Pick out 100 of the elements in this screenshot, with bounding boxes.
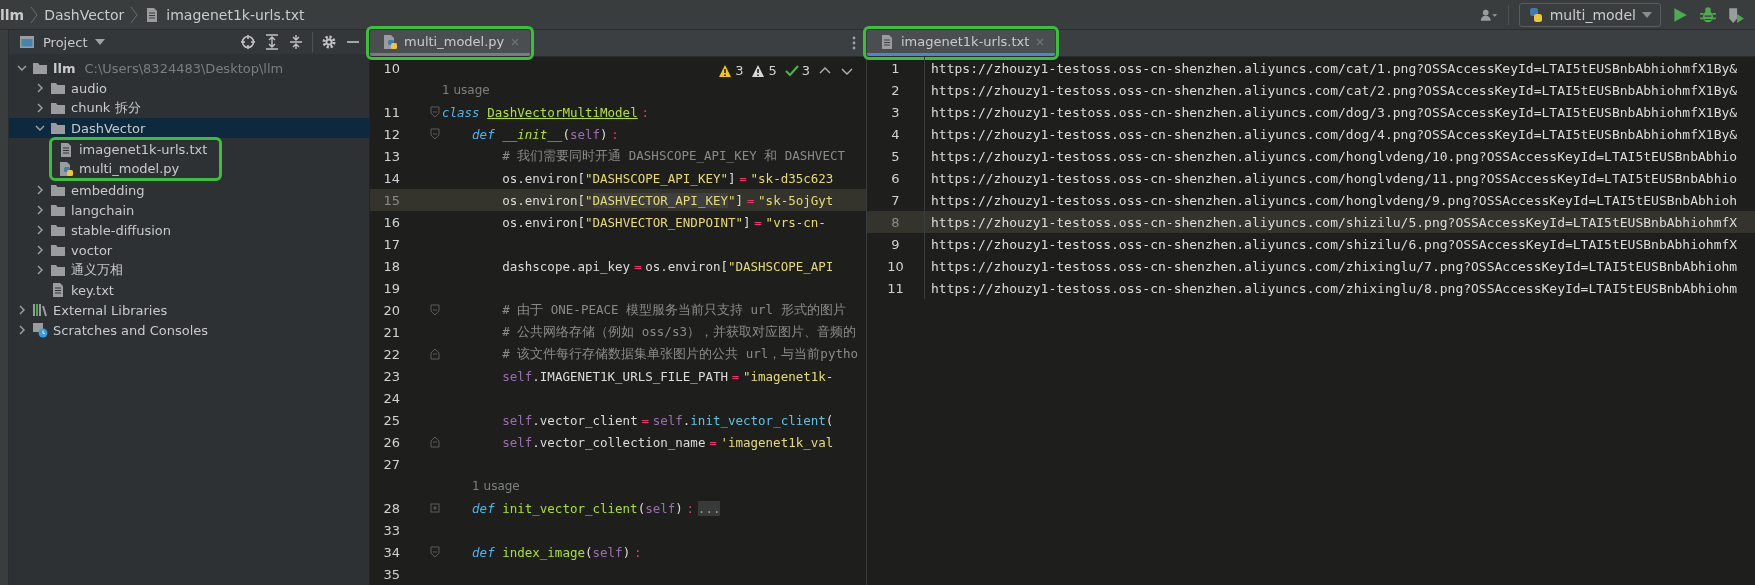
tree-item[interactable]: Scratches and Consoles xyxy=(9,320,369,340)
chevron-icon[interactable] xyxy=(35,245,45,255)
url-text: https://zhouzy1-testoss.oss-cn-shenzhen.aliyuncs.com/honglvdeng/11.png?OSSAccessKeyId=LTAI5tEUSBnbAbhio xyxy=(930,170,1738,186)
folder-icon xyxy=(50,100,66,116)
breadcrumb[interactable]: DashVector xyxy=(44,6,125,23)
tree-item[interactable]: chunk 拆分 xyxy=(9,98,369,118)
debug-icon[interactable] xyxy=(1699,5,1717,24)
chevron-icon[interactable] xyxy=(35,265,45,275)
code-token: .vector_client xyxy=(532,412,638,428)
breadcrumb[interactable]: imagenet1k-urls.txt xyxy=(166,6,305,23)
url-text: https://zhouzy1-testoss.oss-cn-shenzhen.aliyuncs.com/zhixinglu/8.png?OSSAccessKeyId=LTAI5tEUSBnbAbhiohm xyxy=(930,280,1738,296)
url-text: https://zhouzy1-testoss.oss-cn-shenzhen.aliyuncs.com/dog/4.png?OSSAccessKeyId=LTAI5tEUSBnbAbhiohmfX1By& xyxy=(930,126,1738,142)
line-number: 26 xyxy=(383,434,400,450)
line-number: 1 xyxy=(891,60,900,76)
code-token: self xyxy=(502,434,533,450)
fold-end-icon[interactable] xyxy=(430,436,440,448)
python-icon xyxy=(1527,6,1544,23)
tree-item[interactable]: voctor xyxy=(9,240,369,260)
inspection-counter[interactable]: 5 xyxy=(751,63,777,78)
tree-item[interactable]: External Libraries xyxy=(9,300,369,320)
line-number: 23 xyxy=(383,368,400,384)
code-token: self xyxy=(502,412,533,428)
scratches-icon xyxy=(32,322,48,338)
code-token: "sk-d35c623 xyxy=(750,170,834,186)
code-token: def xyxy=(472,544,495,560)
code-token: DashVectorMultiModel xyxy=(487,104,638,120)
caret-icon xyxy=(1642,11,1652,18)
line-number: 10 xyxy=(383,60,400,76)
chevron-icon[interactable] xyxy=(17,325,27,335)
code-token: os.environ[ xyxy=(502,192,585,208)
chevron-icon[interactable] xyxy=(35,185,45,195)
tree-item[interactable]: DashVector xyxy=(9,118,369,138)
line-number: 3 xyxy=(891,104,900,120)
line-number: 12 xyxy=(383,126,400,142)
code-token: self xyxy=(569,126,601,142)
crosshair-icon[interactable] xyxy=(240,34,256,50)
code-token: index_image xyxy=(502,544,585,560)
fold-icon[interactable] xyxy=(430,128,440,140)
run-icon[interactable] xyxy=(1671,5,1689,24)
inspection-counter[interactable]: 3 xyxy=(718,63,744,78)
chevron-icon[interactable] xyxy=(35,123,45,133)
tree-item[interactable]: langchain xyxy=(9,200,369,220)
code-token: "DASHSCOPE_API_KEY" xyxy=(585,170,728,186)
code-token: class xyxy=(442,104,480,120)
document-icon xyxy=(58,141,74,158)
tree-item[interactable]: embedding xyxy=(9,180,369,200)
fold-icon[interactable] xyxy=(430,304,440,316)
line-number: 33 xyxy=(383,522,400,538)
line-number: 8 xyxy=(891,214,900,230)
code-token: ) xyxy=(675,500,683,516)
code-token: : xyxy=(686,500,695,516)
panel-title[interactable]: Project xyxy=(43,34,88,50)
code-token: # 我们需要同时开通 DASHSCOPE_API_KEY 和 DASHVECT xyxy=(502,147,845,165)
tree-item[interactable]: multi_model.py xyxy=(58,159,208,178)
folder-icon xyxy=(32,60,48,76)
inspection-counter[interactable]: 3 xyxy=(784,63,810,78)
line-number: 28 xyxy=(383,500,400,516)
project-path: C:\Users\8324483\Desktop\llm xyxy=(84,60,284,76)
fold-icon[interactable] xyxy=(430,106,440,118)
chevron-icon[interactable] xyxy=(35,225,45,235)
code-token: dashscope.api_key xyxy=(502,258,631,274)
tree-item[interactable]: llm C:\Users\8324483\Desktop\llm xyxy=(9,58,369,78)
chevron-icon[interactable] xyxy=(35,205,45,215)
line-number: 19 xyxy=(383,280,400,296)
code-token: os.environ[ xyxy=(645,258,728,274)
line-number: 22 xyxy=(383,346,400,362)
chevron-icon[interactable] xyxy=(17,305,27,315)
tree-item[interactable]: stable-diffusion xyxy=(9,220,369,240)
chevron-icon[interactable] xyxy=(17,63,27,73)
tree-item[interactable]: imagenet1k-urls.txt xyxy=(58,140,208,159)
usage-hint[interactable]: 1 usage xyxy=(472,479,520,493)
chevron-icon[interactable] xyxy=(35,83,45,93)
code-token: __init__ xyxy=(502,126,563,142)
code-token: ... xyxy=(697,500,721,516)
chevron-icon[interactable] xyxy=(35,103,45,113)
tree-item[interactable]: key.txt xyxy=(9,280,369,300)
line-number: 15 xyxy=(383,192,400,208)
tree-item[interactable]: 通义万相 xyxy=(9,260,369,280)
expand-all-icon[interactable] xyxy=(264,34,280,50)
tree-item[interactable]: audio xyxy=(9,78,369,98)
usage-hint[interactable]: 1 usage xyxy=(442,83,490,97)
settings-icon[interactable] xyxy=(321,34,337,50)
line-number: 27 xyxy=(383,456,400,472)
url-text: https://zhouzy1-testoss.oss-cn-shenzhen.aliyuncs.com/cat/1.png?OSSAccessKeyId=LTAI5tEUSBnbAbhiohmfX1By& xyxy=(930,60,1738,76)
run-configuration-dropdown[interactable]: multi_model xyxy=(1518,2,1661,27)
fold-icon[interactable] xyxy=(430,546,440,558)
more-icon[interactable] xyxy=(852,36,856,50)
breadcrumb[interactable]: llm xyxy=(0,6,25,23)
code-token: ( xyxy=(562,126,570,142)
line-number: 25 xyxy=(383,412,400,428)
coverage-icon[interactable] xyxy=(1727,5,1745,24)
collapse-all-icon[interactable] xyxy=(288,34,304,50)
code-token: # 由于 ONE-PEACE 模型服务当前只支持 url 形式的图片 xyxy=(502,301,846,319)
code-token: "imagenet1k- xyxy=(743,368,834,384)
python-file-icon xyxy=(382,33,398,50)
code-token: : xyxy=(633,544,642,560)
code-token: def xyxy=(472,126,495,142)
folder-icon xyxy=(50,262,66,278)
caret-icon[interactable] xyxy=(95,39,106,45)
fold-end-icon[interactable] xyxy=(430,348,440,360)
